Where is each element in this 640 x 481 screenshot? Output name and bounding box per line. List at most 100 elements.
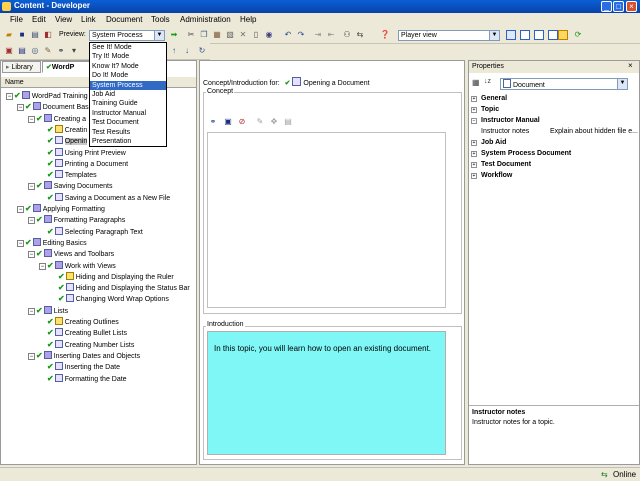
- tree-item[interactable]: ✔ Openin: [39, 135, 88, 146]
- property-row[interactable]: + System Process Document: [471, 149, 571, 159]
- indent-icon[interactable]: ⇥: [313, 30, 323, 40]
- save-icon[interactable]: ■: [17, 30, 27, 40]
- property-object-select[interactable]: Document ▼: [500, 78, 628, 90]
- paste-icon[interactable]: ▦: [212, 30, 222, 40]
- link-icon[interactable]: ⚭: [56, 46, 66, 56]
- remove-link-icon[interactable]: ⊘: [237, 117, 247, 127]
- expand-icon[interactable]: +: [471, 151, 477, 157]
- help-icon[interactable]: ❓: [380, 30, 390, 40]
- tree-item[interactable]: − ✔ Applying Formatting: [17, 203, 105, 214]
- preview-option[interactable]: Test Document: [90, 118, 166, 127]
- preview-option[interactable]: Presentation: [90, 137, 166, 146]
- tree-item[interactable]: − ✔ Formatting Paragraphs: [28, 214, 125, 225]
- tree-item[interactable]: − ✔ Inserting Dates and Objects: [28, 350, 140, 361]
- replace-icon[interactable]: ⇆: [355, 30, 365, 40]
- expand-icon[interactable]: +: [471, 96, 477, 102]
- move-down-icon[interactable]: ↓: [182, 46, 192, 56]
- move-icon[interactable]: ✥: [269, 117, 279, 127]
- tree-item[interactable]: ✔ Changing Word Wrap Options: [50, 293, 169, 304]
- tree-item[interactable]: ✔ Creatin: [39, 124, 87, 135]
- tree-item[interactable]: ✔ Creating Bullet Lists: [39, 327, 127, 338]
- go-icon[interactable]: ➡: [169, 30, 179, 40]
- cut-icon[interactable]: ✂: [186, 30, 196, 40]
- collapse-icon[interactable]: −: [28, 183, 35, 191]
- close-button[interactable]: ×: [626, 1, 637, 12]
- collapse-icon[interactable]: −: [28, 307, 35, 315]
- collapse-icon[interactable]: −: [28, 217, 35, 225]
- preview-option[interactable]: Try It! Mode: [90, 52, 166, 61]
- tree-item[interactable]: ✔ Saving a Document as a New File: [39, 192, 170, 203]
- edit-icon[interactable]: ✎: [43, 46, 53, 56]
- link-icon[interactable]: ⚭: [208, 117, 218, 127]
- undo-icon[interactable]: ↶: [283, 30, 293, 40]
- record-icon[interactable]: ◎: [30, 46, 40, 56]
- redo-icon[interactable]: ↷: [296, 30, 306, 40]
- player-view-select[interactable]: Player view ▼: [398, 30, 500, 41]
- menu-help[interactable]: Help: [240, 15, 256, 24]
- property-row[interactable]: + Topic: [471, 105, 499, 115]
- filter-icon[interactable]: ▾: [69, 46, 79, 56]
- copy-icon[interactable]: ❐: [199, 30, 209, 40]
- tree-item[interactable]: − ✔ Creating a: [28, 113, 86, 124]
- collapse-icon[interactable]: −: [28, 115, 35, 123]
- paste-special-icon[interactable]: ▧: [225, 30, 235, 40]
- property-row[interactable]: + Workflow: [471, 171, 512, 181]
- menu-administration[interactable]: Administration: [180, 15, 231, 24]
- chevron-down-icon[interactable]: ▼: [489, 31, 499, 40]
- collapse-icon[interactable]: −: [6, 93, 13, 100]
- collapse-icon[interactable]: −: [17, 104, 24, 112]
- edit-icon[interactable]: ✎: [255, 117, 265, 127]
- properties-icon[interactable]: ▤: [283, 117, 293, 127]
- menu-edit[interactable]: Edit: [32, 15, 46, 24]
- collapse-icon[interactable]: −: [39, 262, 46, 270]
- preview-option[interactable]: Know It? Mode: [90, 62, 166, 71]
- menu-view[interactable]: View: [55, 15, 72, 24]
- tree-item[interactable]: ✔ Creating Number Lists: [39, 339, 134, 350]
- menu-document[interactable]: Document: [106, 15, 142, 24]
- chevron-down-icon[interactable]: ▼: [617, 79, 627, 89]
- layout-2-icon[interactable]: [520, 30, 530, 40]
- tree-item[interactable]: ✔ Creating Outlines: [39, 316, 119, 327]
- categorized-icon[interactable]: ▦: [472, 78, 480, 87]
- concept-content-area[interactable]: [207, 132, 446, 308]
- preview-option[interactable]: Do It! Mode: [90, 71, 166, 80]
- tree-item[interactable]: ✔ Hiding and Displaying the Status Bar: [50, 282, 190, 293]
- close-icon[interactable]: ×: [628, 61, 633, 70]
- attach-icon[interactable]: ▣: [223, 117, 233, 127]
- property-row[interactable]: + Job Aid: [471, 138, 506, 148]
- find-icon[interactable]: ◉: [264, 30, 274, 40]
- tree-item[interactable]: − ✔ Saving Documents: [28, 180, 112, 191]
- tree-item[interactable]: − ✔ Work with Views: [39, 260, 116, 271]
- tree-item[interactable]: ✔ Selecting Paragraph Text: [39, 226, 143, 237]
- collapse-icon[interactable]: −: [17, 206, 24, 213]
- introduction-content[interactable]: In this topic, you will learn how to ope…: [207, 331, 446, 455]
- refresh-icon[interactable]: ⟳: [573, 30, 583, 40]
- menu-link[interactable]: Link: [81, 15, 96, 24]
- expand-icon[interactable]: +: [471, 173, 477, 179]
- tab-wordpad[interactable]: ✔WordP: [42, 61, 90, 73]
- collapse-icon[interactable]: −: [28, 352, 35, 360]
- tree-item[interactable]: − ✔ Editing Basics: [17, 237, 87, 248]
- open-icon[interactable]: ▰: [4, 30, 14, 40]
- outdent-icon[interactable]: ⇤: [326, 30, 336, 40]
- property-row[interactable]: Instructor notes Explain about hidden fil…: [471, 127, 638, 137]
- new-topic-icon[interactable]: ▤: [17, 46, 27, 56]
- layout-4-icon[interactable]: [548, 30, 558, 40]
- publish-icon[interactable]: ◧: [43, 30, 53, 40]
- expand-icon[interactable]: +: [471, 162, 477, 168]
- property-value[interactable]: Explain about hidden file e...: [550, 127, 638, 137]
- tree-item[interactable]: ✔ Hiding and Displaying the Ruler: [50, 271, 174, 282]
- layout-1-icon[interactable]: [506, 30, 516, 40]
- delete-icon[interactable]: ✕: [238, 30, 248, 40]
- maximize-button[interactable]: □: [613, 1, 624, 12]
- tree-item[interactable]: ✔ Printing a Document: [39, 158, 128, 169]
- preview-option[interactable]: Job Aid: [90, 90, 166, 99]
- collapse-icon[interactable]: −: [28, 251, 35, 259]
- chevron-down-icon[interactable]: ▼: [154, 31, 164, 40]
- tree-item[interactable]: ✔ Inserting the Date: [39, 361, 120, 372]
- preview-option[interactable]: System Process: [90, 80, 166, 90]
- tree-item[interactable]: − ✔ Views and Toolbars: [28, 248, 114, 259]
- tree-item[interactable]: − ✔ Lists: [28, 305, 68, 316]
- tab-library[interactable]: ▸ Library: [2, 61, 41, 73]
- minimize-button[interactable]: _: [601, 1, 612, 12]
